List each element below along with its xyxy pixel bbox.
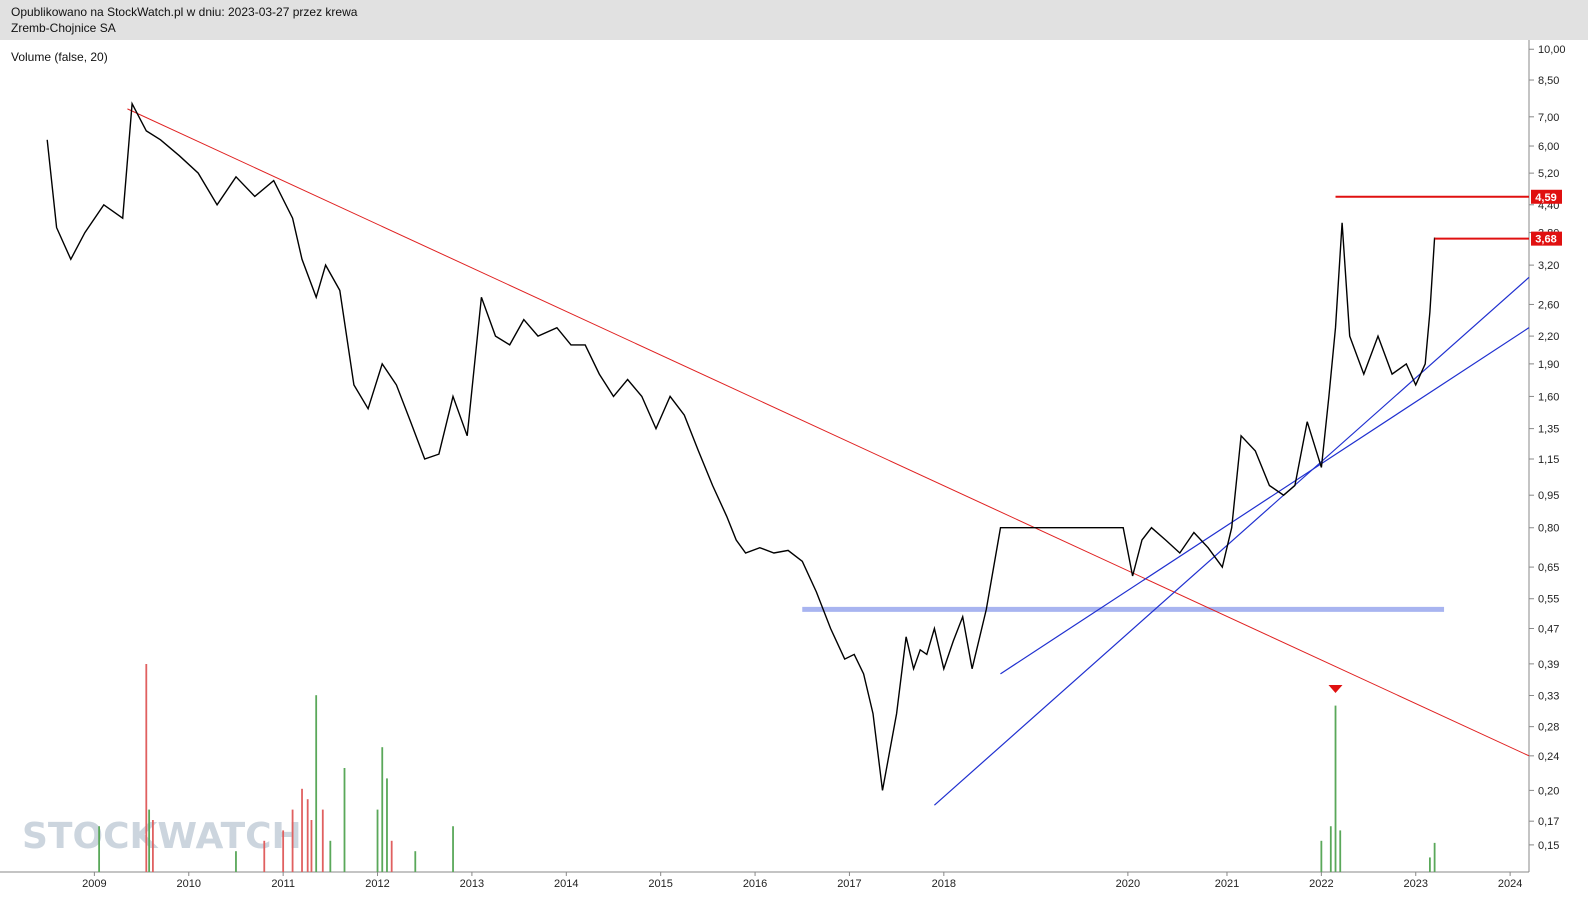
volume-bar bbox=[329, 840, 332, 872]
y-tick-label: 0,80 bbox=[1538, 523, 1559, 535]
y-tick-label: 0,95 bbox=[1538, 490, 1559, 502]
y-tick-label: 6,00 bbox=[1538, 141, 1559, 153]
volume-bar bbox=[1329, 826, 1332, 872]
volume-bar bbox=[263, 840, 266, 872]
volume-bar bbox=[282, 830, 285, 872]
volume-bar bbox=[381, 747, 384, 872]
y-tick-label: 10,00 bbox=[1538, 44, 1566, 56]
volume-bar bbox=[291, 809, 294, 872]
y-tick-label: 1,15 bbox=[1538, 454, 1559, 466]
x-tick-label: 2018 bbox=[932, 878, 956, 890]
y-tick-label: 0,28 bbox=[1538, 722, 1559, 734]
volume-bar bbox=[1339, 830, 1342, 872]
x-tick-label: 2022 bbox=[1309, 878, 1333, 890]
volume-bar bbox=[310, 820, 313, 872]
downtrend-line bbox=[127, 108, 1530, 757]
volume-bar bbox=[1320, 840, 1323, 872]
volume-bar bbox=[1433, 842, 1436, 872]
y-tick-label: 0,33 bbox=[1538, 691, 1559, 703]
volume-bar bbox=[306, 799, 309, 872]
x-tick-label: 2015 bbox=[648, 878, 672, 890]
volume-bar bbox=[386, 778, 388, 872]
x-tick-label: 2009 bbox=[82, 878, 106, 890]
x-tick-label: 2013 bbox=[460, 878, 484, 890]
y-tick-label: 1,60 bbox=[1538, 391, 1559, 403]
y-tick-label: 0,24 bbox=[1538, 751, 1559, 763]
y-tick-label: 0,20 bbox=[1538, 785, 1559, 797]
y-tick-label: 8,50 bbox=[1538, 75, 1559, 87]
volume-bar bbox=[390, 840, 393, 872]
x-tick-label: 2014 bbox=[554, 878, 578, 890]
y-tick-label: 1,90 bbox=[1538, 359, 1559, 371]
uptrend-line-2 bbox=[1000, 327, 1530, 675]
x-tick-label: 2016 bbox=[743, 878, 767, 890]
y-tick-label: 1,35 bbox=[1538, 424, 1559, 436]
y-tick-label: 0,39 bbox=[1538, 659, 1559, 671]
watermark: STOCKWATCH bbox=[22, 816, 302, 857]
x-tick-label: 2020 bbox=[1116, 878, 1140, 890]
volume-bar bbox=[301, 788, 303, 872]
resistance-tag-label: 4,59 bbox=[1535, 192, 1556, 204]
volume-bar bbox=[343, 768, 346, 872]
y-tick-label: 0,15 bbox=[1538, 840, 1559, 852]
volume-bar bbox=[376, 809, 379, 872]
uptrend-line-1 bbox=[933, 276, 1530, 806]
x-tick-label: 2024 bbox=[1498, 878, 1522, 890]
y-tick-label: 0,55 bbox=[1538, 594, 1559, 606]
y-tick-label: 5,20 bbox=[1538, 168, 1559, 180]
y-tick-label: 3,20 bbox=[1538, 260, 1559, 272]
volume-bar bbox=[1428, 857, 1431, 872]
x-tick-label: 2010 bbox=[177, 878, 201, 890]
price-chart: STOCKWATCH10,008,507,006,005,204,403,803… bbox=[0, 40, 1566, 890]
y-tick-label: 2,60 bbox=[1538, 299, 1559, 311]
x-tick-label: 2012 bbox=[365, 878, 389, 890]
signal-marker-icon bbox=[1328, 685, 1343, 693]
y-tick-label: 0,47 bbox=[1538, 624, 1559, 636]
y-tick-label: 2,20 bbox=[1538, 331, 1559, 343]
x-tick-label: 2011 bbox=[271, 878, 295, 890]
volume-bar bbox=[145, 664, 148, 872]
y-tick-label: 0,17 bbox=[1538, 816, 1559, 828]
y-tick-label: 0,65 bbox=[1538, 562, 1559, 574]
volume-bar bbox=[315, 695, 318, 872]
volume-bar bbox=[1334, 705, 1337, 872]
price-line bbox=[46, 101, 1436, 791]
volume-bar bbox=[321, 809, 324, 872]
volume-bar bbox=[98, 826, 101, 872]
volume-bar bbox=[152, 820, 154, 872]
volume-bar bbox=[148, 809, 151, 872]
x-tick-label: 2021 bbox=[1215, 878, 1239, 890]
volume-bar bbox=[235, 851, 237, 872]
x-tick-label: 2017 bbox=[837, 878, 861, 890]
x-tick-label: 2023 bbox=[1403, 878, 1427, 890]
volume-bar bbox=[414, 851, 417, 872]
y-tick-label: 7,00 bbox=[1538, 112, 1559, 124]
resistance-tag-label: 3,68 bbox=[1535, 234, 1556, 246]
volume-bar bbox=[452, 826, 454, 872]
